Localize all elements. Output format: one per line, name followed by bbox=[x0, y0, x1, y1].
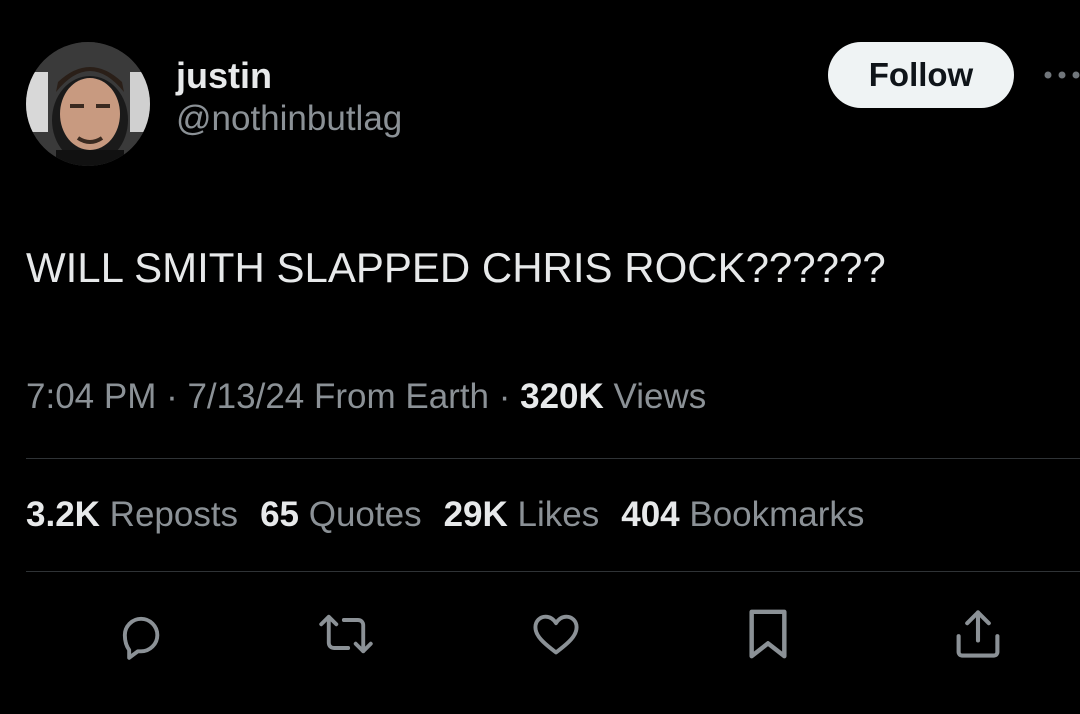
tweet-stats: 3.2K Reposts 65 Quotes 29K Likes 404 Bookma… bbox=[26, 492, 864, 538]
follow-button[interactable]: Follow bbox=[828, 42, 1014, 108]
user-handle[interactable]: @nothinbutlag bbox=[176, 98, 402, 140]
more-horizontal-icon[interactable] bbox=[1042, 68, 1080, 82]
bookmarks-stat[interactable]: 404 Bookmarks bbox=[621, 492, 864, 538]
divider bbox=[26, 458, 1080, 459]
views-label: Views bbox=[603, 377, 707, 416]
tweet-text: WILL SMITH SLAPPED CHRIS ROCK?????? bbox=[26, 244, 886, 291]
avatar[interactable] bbox=[26, 42, 150, 166]
quotes-stat[interactable]: 65 Quotes bbox=[260, 492, 422, 538]
reposts-stat[interactable]: 3.2K Reposts bbox=[26, 492, 238, 538]
avatar-image bbox=[26, 42, 150, 166]
bookmarks-label: Bookmarks bbox=[679, 495, 865, 534]
divider bbox=[26, 571, 1080, 572]
tweet-location: From Earth bbox=[304, 377, 490, 416]
views-count: 320K bbox=[520, 377, 604, 416]
share-button[interactable] bbox=[948, 604, 1008, 664]
bookmark-button[interactable] bbox=[738, 604, 798, 664]
reposts-count: 3.2K bbox=[26, 495, 100, 534]
likes-stat[interactable]: 29K Likes bbox=[444, 492, 600, 538]
heart-icon bbox=[533, 614, 579, 655]
tweet-date[interactable]: 7/13/24 bbox=[187, 377, 304, 416]
share-icon bbox=[956, 610, 1000, 658]
reply-button[interactable] bbox=[110, 604, 170, 664]
meta-separator: · bbox=[156, 377, 188, 416]
meta-separator: · bbox=[489, 377, 521, 416]
likes-count: 29K bbox=[443, 495, 508, 534]
reposts-label: Reposts bbox=[99, 495, 239, 534]
reply-icon bbox=[122, 616, 160, 660]
repost-icon bbox=[319, 614, 373, 654]
quotes-label: Quotes bbox=[299, 495, 422, 534]
bookmark-icon bbox=[749, 609, 787, 659]
repost-button[interactable] bbox=[316, 604, 376, 664]
bookmarks-count: 404 bbox=[621, 495, 680, 534]
action-bar bbox=[0, 604, 1080, 668]
user-info[interactable]: justin @nothinbutlag bbox=[176, 54, 402, 140]
display-name[interactable]: justin bbox=[176, 54, 402, 98]
likes-label: Likes bbox=[507, 495, 600, 534]
tweet-time[interactable]: 7:04 PM bbox=[26, 377, 156, 416]
tweet-header: justin @nothinbutlag Follow bbox=[26, 42, 1080, 166]
quotes-count: 65 bbox=[260, 495, 299, 534]
like-button[interactable] bbox=[526, 604, 586, 664]
tweet-meta: 7:04 PM · 7/13/24 From Earth · 320K View… bbox=[26, 374, 706, 420]
